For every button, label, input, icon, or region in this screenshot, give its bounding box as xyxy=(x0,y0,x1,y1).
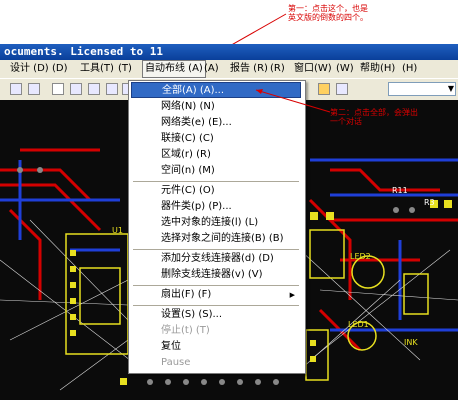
highlight-icon[interactable] xyxy=(336,83,348,95)
pencil-icon[interactable] xyxy=(318,83,330,95)
submenu-arrow-icon: ▶ xyxy=(289,291,295,299)
pcb-label-r11: R11 xyxy=(392,186,408,195)
menu-window[interactable]: 窗口(W) xyxy=(294,60,332,78)
menu-item-reset[interactable]: 复位 xyxy=(131,339,301,355)
menu-bar: 设计 (D) (D) 工具(T) (T) 自动布线 (A) (A) 报告 (R)… xyxy=(0,60,458,78)
menu-item-net-class[interactable]: 网络类(e) (E)... xyxy=(131,115,301,131)
menu-item-pause[interactable]: Pause xyxy=(131,355,301,371)
menu-separator xyxy=(133,181,299,182)
menu-report[interactable]: 报告 (R) xyxy=(230,60,268,78)
menu-separator xyxy=(133,305,299,306)
zoom-in-icon[interactable] xyxy=(70,83,82,95)
pcb-label-u1: U1 xyxy=(112,226,123,235)
menu-item-component-class[interactable]: 器件类(p) (P)... xyxy=(131,199,301,215)
menu-tools[interactable]: 工具(T) xyxy=(80,60,114,78)
autoroute-dropdown: 全部(A) (A)... 网络(N) (N) 网络类(e) (E)... 联接(… xyxy=(128,80,306,374)
menu-item-add-stitch[interactable]: 添加分支线连接器(d) (D) xyxy=(131,251,301,267)
menu-item-all[interactable]: 全部(A) (A)... xyxy=(131,82,301,98)
toolbar-combo[interactable]: ▼ xyxy=(388,82,456,96)
menu-item-net[interactable]: 网络(N) (N) xyxy=(131,99,301,115)
menu-window-accel[interactable]: (W) xyxy=(336,60,354,78)
chevron-down-icon: ▼ xyxy=(447,84,454,93)
menu-tools-accel[interactable]: (T) xyxy=(118,60,132,78)
menu-item-selected-connections[interactable]: 选中对象的连接(l) (L) xyxy=(131,215,301,231)
pcb-label-led2: LED2 xyxy=(350,252,371,261)
menu-item-fanout-label: 扇出(F) (F) xyxy=(161,289,212,300)
menu-design-accel[interactable]: (D) xyxy=(52,60,68,78)
page-icon[interactable] xyxy=(52,83,64,95)
pcb-label-ink: INK xyxy=(404,338,418,347)
menu-item-component[interactable]: 元件(C) (O) xyxy=(131,183,301,199)
menu-separator xyxy=(133,249,299,250)
print-icon[interactable] xyxy=(10,83,22,95)
menu-help[interactable]: 帮助(H) xyxy=(360,60,395,78)
pcb-label-r3: R3 xyxy=(424,198,435,207)
menu-separator xyxy=(133,285,299,286)
window-title-bar: ocuments. Licensed to 11 xyxy=(0,44,458,60)
zoom-out-icon[interactable] xyxy=(88,83,100,95)
menu-item-remove-stitch[interactable]: 删除支线连接器(v) (V) xyxy=(131,267,301,283)
menu-item-stop[interactable]: 停止(t) (T) xyxy=(131,323,301,339)
menu-item-area[interactable]: 区域(r) (R) xyxy=(131,147,301,163)
menu-autoroute-accel[interactable]: (A) xyxy=(204,60,219,78)
menu-item-connection[interactable]: 联接(C) (C) xyxy=(131,131,301,147)
annotation-second: 第二：点击全部，会弹出 一个对话 xyxy=(330,108,418,126)
menu-item-setup[interactable]: 设置(S) (S)... xyxy=(131,307,301,323)
menu-design[interactable]: 设计 (D) xyxy=(10,60,49,78)
print-preview-icon[interactable] xyxy=(28,83,40,95)
menu-help-accel[interactable]: (H) xyxy=(402,60,417,78)
menu-autoroute[interactable]: 自动布线 (A) xyxy=(142,60,206,78)
zoom-fit-icon[interactable] xyxy=(106,83,118,95)
menu-item-connections-between[interactable]: 选择对象之间的连接(B) (B) xyxy=(131,231,301,247)
menu-item-fanout[interactable]: 扇出(F) (F) ▶ xyxy=(131,287,301,303)
menu-item-room[interactable]: 空间(n) (M) xyxy=(131,163,301,179)
menu-report-accel[interactable]: (R) xyxy=(270,60,285,78)
pcb-label-led1: LED1 xyxy=(348,320,369,329)
